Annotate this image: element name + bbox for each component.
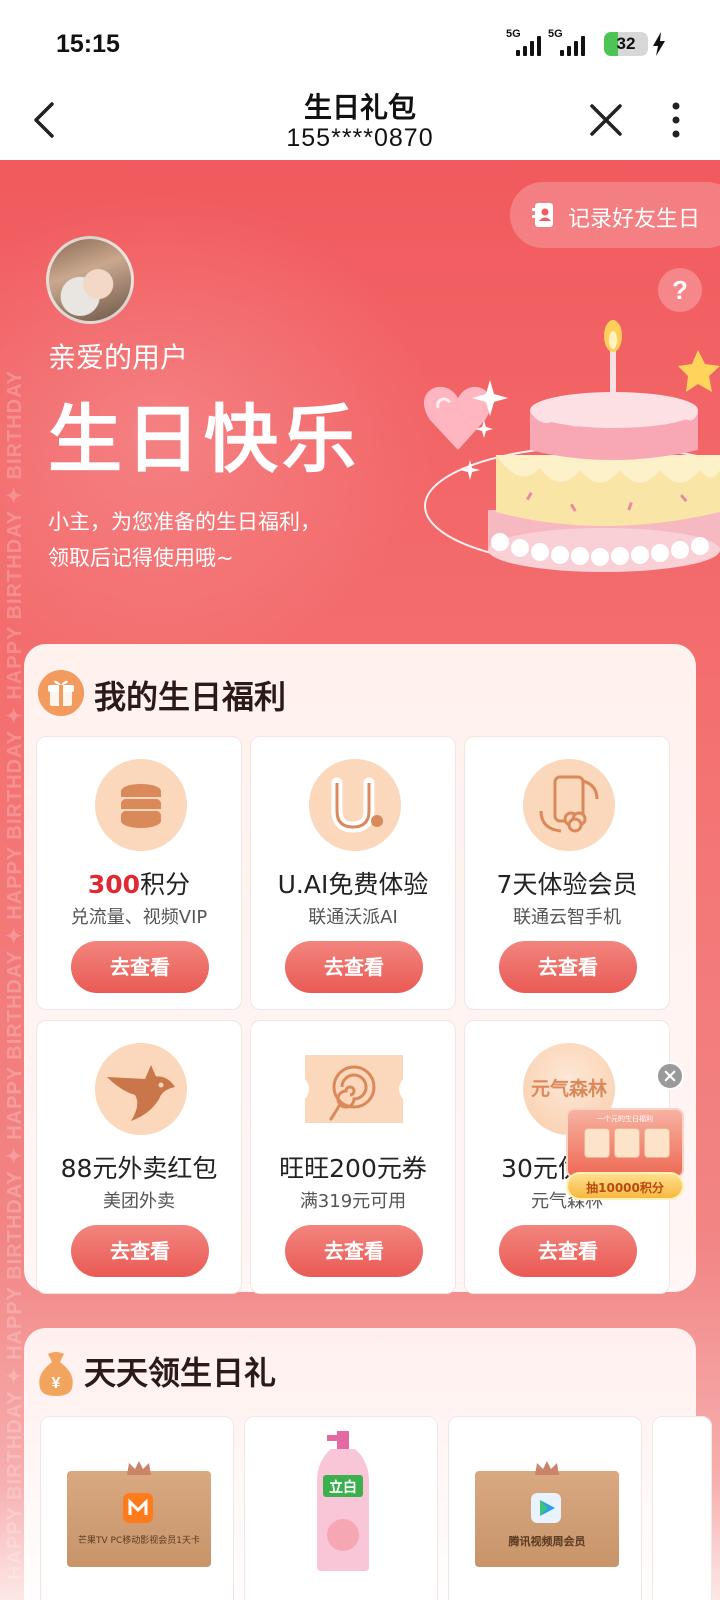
view-button[interactable]: 去查看 (285, 941, 423, 993)
greeting: 亲爱的用户 (48, 341, 189, 374)
crown-icon (127, 1461, 151, 1475)
benefit-points[interactable]: 300积分 兑流量、视频VIP 去查看 (36, 736, 242, 1010)
view-button[interactable]: 去查看 (499, 941, 637, 993)
mangotv-logo-icon (123, 1493, 153, 1523)
battery-icon: 32 (604, 32, 648, 56)
help-button[interactable]: ? (658, 268, 702, 312)
nav-bar: 生日礼包 155****0870 (0, 80, 720, 160)
benefit-wangwang[interactable]: 旺旺200元券 满319元可用 去查看 (250, 1020, 456, 1294)
svg-text:¥: ¥ (52, 1375, 61, 1392)
benefits-grid: 300积分 兑流量、视频VIP 去查看 U.AI免费体验 联通沃派AI 去查看 (36, 736, 682, 1294)
product-card-mangotv[interactable]: 芒果TV PC移动影视会员1天卡 (40, 1416, 234, 1600)
view-button[interactable]: 去查看 (71, 1225, 209, 1277)
benefit-cloud-phone[interactable]: 7天体验会员 联通云智手机 去查看 (464, 736, 670, 1010)
close-icon[interactable] (584, 98, 628, 142)
contact-book-icon (532, 203, 553, 227)
daily-birthday-gift-card: ¥ 天天领生日礼 芒果TV PC移动影视会员1天卡 立白 腾讯视频周会员 (24, 1328, 712, 1600)
tencent-video-logo-icon (531, 1493, 561, 1523)
status-time: 15:15 (56, 30, 120, 58)
gift-icon (38, 670, 84, 716)
kangaroo-icon (95, 1043, 187, 1135)
view-button[interactable]: 去查看 (285, 1225, 423, 1277)
benefit-meituan[interactable]: 88元外卖红包 美团外卖 去查看 (36, 1020, 242, 1294)
lollipop-ticket-icon (305, 1055, 403, 1123)
libai-bottle-image: 立白 (317, 1431, 369, 1571)
sim2-signal-icon: 5G (548, 28, 590, 58)
more-icon[interactable] (664, 98, 688, 142)
coins-icon (95, 759, 187, 851)
view-button[interactable]: 去查看 (499, 1225, 637, 1277)
sim1-signal-icon: 5G (506, 28, 546, 58)
benefit-uai[interactable]: U.AI免费体验 联通沃派AI 去查看 (250, 736, 456, 1010)
hero-description: 小主，为您准备的生日福利， 领取后记得使用哦~ (48, 510, 321, 570)
status-bar: 15:15 5G 5G 32 (0, 0, 720, 80)
money-bag-icon: ¥ (39, 1352, 73, 1396)
u-ai-icon (309, 759, 401, 851)
hero-section: HAPPY BIRTHDAY ✦ HAPPY BIRTHDAY ✦ HAPPY … (0, 160, 720, 1600)
cloud-phone-icon (523, 759, 615, 851)
lottery-points-badge[interactable]: 抽10000积分 (566, 1172, 684, 1200)
svg-text:立白: 立白 (329, 1479, 357, 1496)
view-button[interactable]: 去查看 (71, 941, 209, 993)
product-card-tencent-video[interactable]: 腾讯视频周会员 (448, 1416, 642, 1600)
record-friend-birthday-button[interactable]: 记录好友生日 (510, 182, 720, 248)
crown-icon (535, 1461, 559, 1475)
product-card-libai[interactable]: 立白 (244, 1416, 438, 1600)
product-card-partial[interactable] (652, 1416, 712, 1600)
daily-section-title: 天天领生日礼 (84, 1354, 277, 1392)
lottery-promo-widget[interactable]: 一个元的生日福利 抽10000积分 (566, 1108, 684, 1204)
promo-close-icon[interactable] (656, 1062, 684, 1090)
benefits-section-title: 我的生日福利 (94, 678, 287, 716)
avatar[interactable] (46, 236, 134, 324)
happy-birthday-title: 生日快乐 (48, 397, 360, 483)
charging-icon (653, 32, 665, 56)
